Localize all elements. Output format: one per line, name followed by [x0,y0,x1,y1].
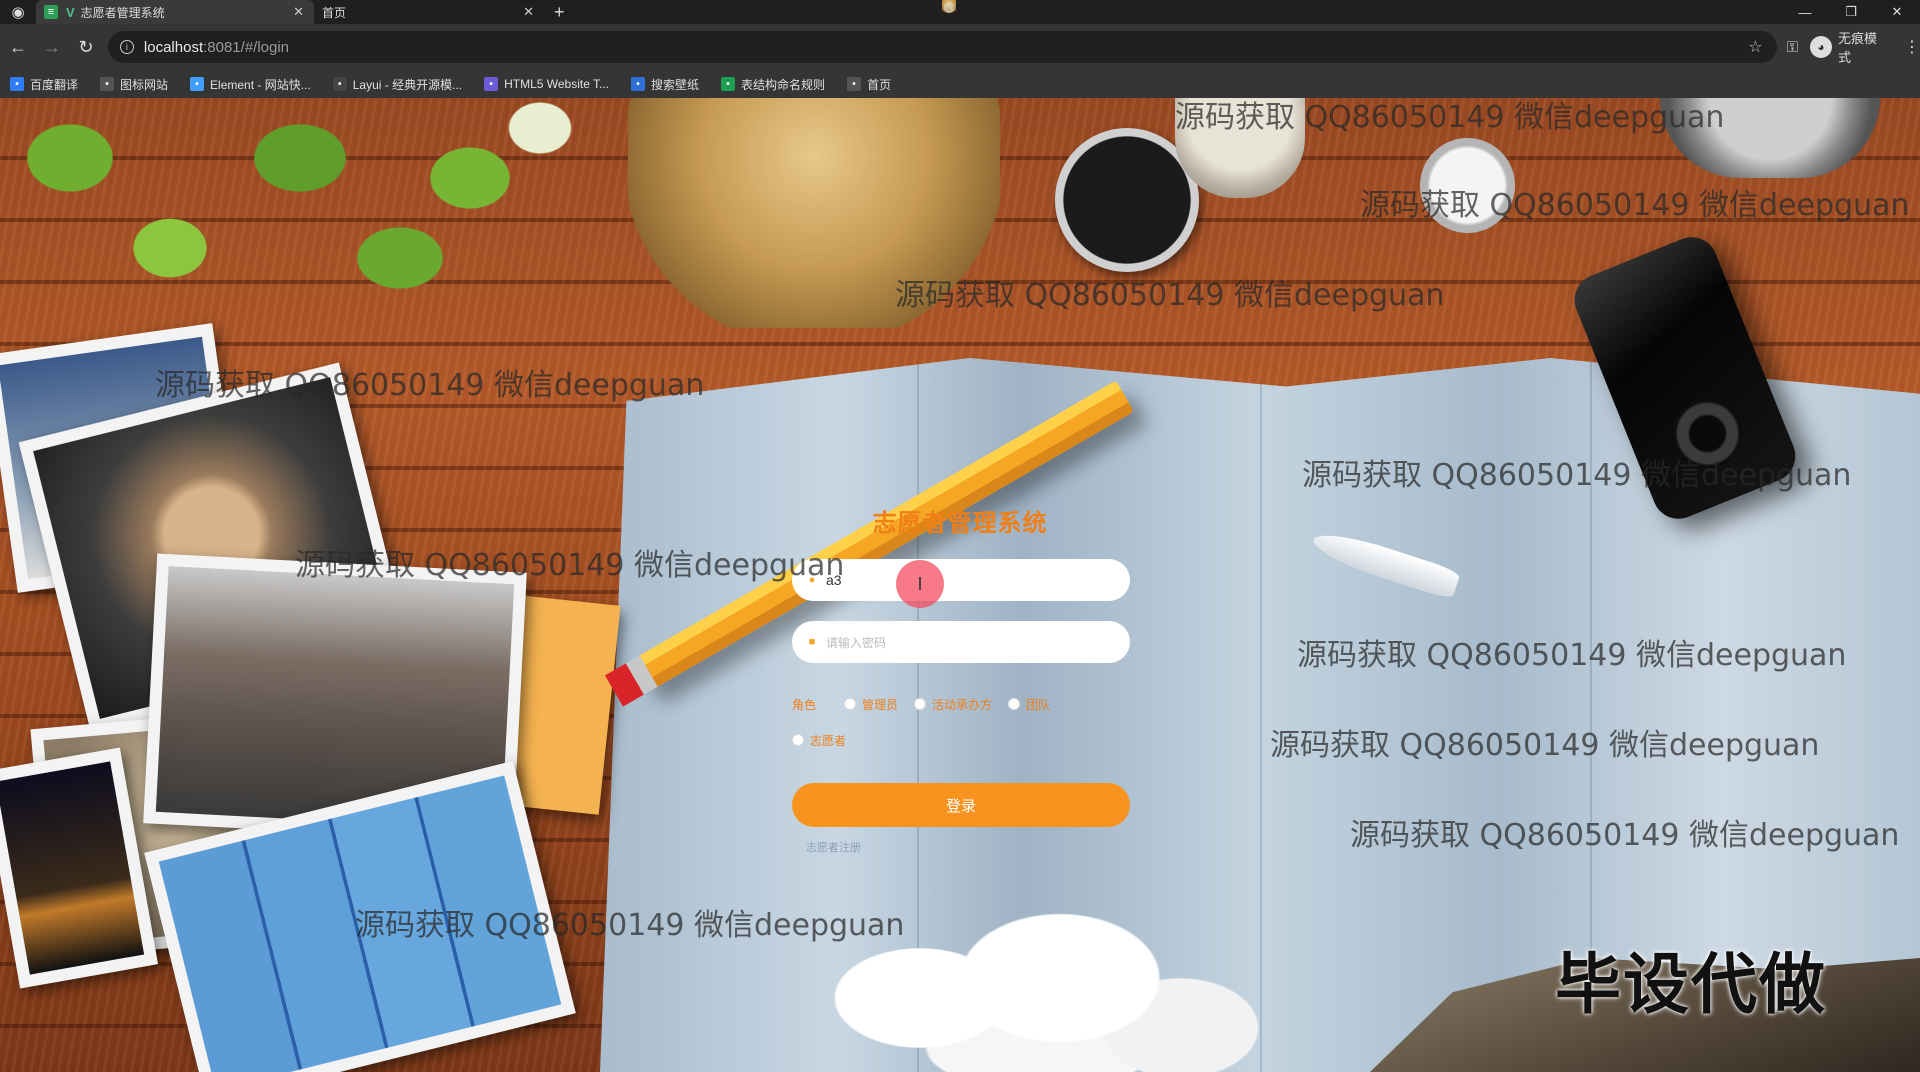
back-arrow-icon[interactable]: ← [2,31,34,63]
vue-logo-icon: V [66,4,75,20]
watermark-text: 源码获取 QQ86050149 微信deepguan [895,278,1445,313]
bookmark-item[interactable]: • 表结构命名规则 [721,76,825,93]
bookmark-label: 表结构命名规则 [741,77,826,92]
globe-icon: ◍ [942,0,956,14]
restore-icon[interactable]: ❐ [1828,0,1874,24]
bookmark-item[interactable]: • 搜索壁纸 [631,76,699,93]
role-option-volunteer[interactable]: 志愿者 [792,732,846,749]
reload-icon[interactable]: ↻ [70,31,102,63]
bookmark-label: 百度翻译 [30,77,79,92]
new-tab-button[interactable]: + [544,2,575,23]
browser-tab-bar: ◉ ≡ V 志愿者管理系统 ✕ ◍ 首页 ✕ + — ❐ ✕ [0,0,1920,24]
tab-home[interactable]: ◍ 首页 ✕ [314,0,956,24]
radio-circle[interactable] [792,734,804,746]
watermark-text: 源码获取 QQ86050149 微信deepguan [355,908,905,943]
address-bar[interactable]: i localhost:8081/#/login ☆ [107,31,1777,63]
role-option-admin[interactable]: 管理员 [844,696,898,713]
role-option-team[interactable]: 团队 [1008,696,1050,713]
globe-icon: • [847,77,862,91]
bookmark-star-icon[interactable]: ☆ [1748,37,1762,57]
bookmark-label: Layui - 经典开源模... [352,77,463,92]
close-tab-icon[interactable]: ✕ [293,4,304,20]
login-title: 志愿者管理系统 [872,509,1048,537]
username-input[interactable] [826,572,1106,588]
watermark-text: 源码获取 QQ86050149 微信deepguan [1297,638,1847,673]
bookmark-label: 图标网站 [120,77,169,92]
role-label: 角色 [792,697,817,712]
tab-favicon-icon: ≡ [44,5,58,19]
login-button[interactable]: 登录 [792,783,1130,827]
browser-app-icon[interactable]: ◉ [0,0,36,24]
bookmark-item[interactable]: • 百度翻译 [10,76,78,93]
bookmark-item[interactable]: • 图标网站 [100,76,168,93]
bookmark-item[interactable]: • Element - 网站快... [190,76,311,93]
tab-title: 志愿者管理系统 [80,5,165,20]
browser-toolbar: ← → ↻ i localhost:8081/#/login ☆ ⚿ ◕ 无痕模… [0,24,1920,70]
bookmark-label: Element - 网站快... [210,77,311,92]
close-tab-icon[interactable]: ✕ [523,4,534,20]
password-input[interactable] [826,634,1106,650]
bookmarks-bar: • 百度翻译 • 图标网站 • Element - 网站快... • Layui - 经典开源… [0,70,1920,98]
watermark-text: 源码获取 QQ86050149 微信deepguan [155,368,705,403]
bookmark-item[interactable]: • 首页 [847,76,891,93]
radio-circle[interactable] [844,698,857,710]
translate-icon: • [10,77,24,91]
watermark-text: 源码获取 QQ86050149 微信deepguan [295,548,845,583]
lock-icon: ■ [808,636,816,648]
tab-title: 首页 [322,5,347,20]
incognito-label: 无痕模式 [1838,31,1878,65]
watermark-text: 源码获取 QQ86050149 微信deepguan [1360,188,1910,223]
corner-stamp-text: 毕设代做 [1555,946,1827,1023]
watermark-text: 源码获取 QQ86050149 微信deepguan [1270,728,1820,763]
toolbar-right: ⚿ ◕ 无痕模式 ⋮ [1787,28,1920,66]
bookmark-label: 搜索壁纸 [651,77,700,92]
html5-icon: • [484,77,499,91]
bookmark-label: HTML5 Website T... [504,77,610,91]
watermark-text: 源码获取 QQ86050149 微信deepguan [1175,100,1725,135]
cursor-highlight: I [896,560,944,608]
bookmark-label: 首页 [867,77,892,92]
incognito-icon: ◕ [1810,36,1833,58]
window-controls: — ❐ ✕ [1782,0,1920,24]
incognito-indicator[interactable]: ◕ 无痕模式 [1810,28,1890,66]
role-option-label: 活动承办方 [932,697,993,712]
password-field[interactable]: ■ [792,621,1130,663]
bookmark-item[interactable]: • Layui - 经典开源模... [332,76,463,93]
flag-icon: • [100,77,115,91]
key-icon[interactable]: ⚿ [1787,39,1798,56]
role-option-label: 管理员 [862,697,899,712]
info-icon[interactable]: i [119,40,134,54]
layui-icon: • [332,77,347,91]
radio-circle[interactable] [914,698,927,710]
role-option-label: 志愿者 [810,733,847,748]
role-option-organizer[interactable]: 活动承办方 [914,696,992,713]
ivy-plant-decoration [0,98,600,348]
forward-arrow-icon[interactable]: → [36,31,68,63]
minimize-icon[interactable]: — [1782,0,1828,24]
bookmark-item[interactable]: • HTML5 Website T... [484,77,609,91]
watermark-text: 源码获取 QQ86050149 微信deepguan [1302,458,1852,493]
kebab-menu-icon[interactable]: ⋮ [1904,37,1920,57]
element-icon: • [190,77,205,91]
login-page: 志愿者管理系统 ● I ■ 角色 管理员 活动承办方 [0,98,1920,1072]
url-path: :8081/#/login [203,38,290,56]
tab-volunteer-system[interactable]: ≡ V 志愿者管理系统 ✕ [36,0,314,24]
close-window-icon[interactable]: ✕ [1874,0,1920,24]
radio-circle[interactable] [1008,698,1021,710]
role-selector: 角色 管理员 活动承办方 团队 志愿者 [792,693,1132,751]
url-host: localhost [143,38,204,56]
watermark-text: 源码获取 QQ86050149 微信deepguan [1350,818,1900,853]
register-link[interactable]: 志愿者注册 [806,839,861,855]
wallpaper-icon: • [631,77,646,91]
sheet-icon: • [721,77,736,91]
role-option-label: 团队 [1026,697,1051,712]
